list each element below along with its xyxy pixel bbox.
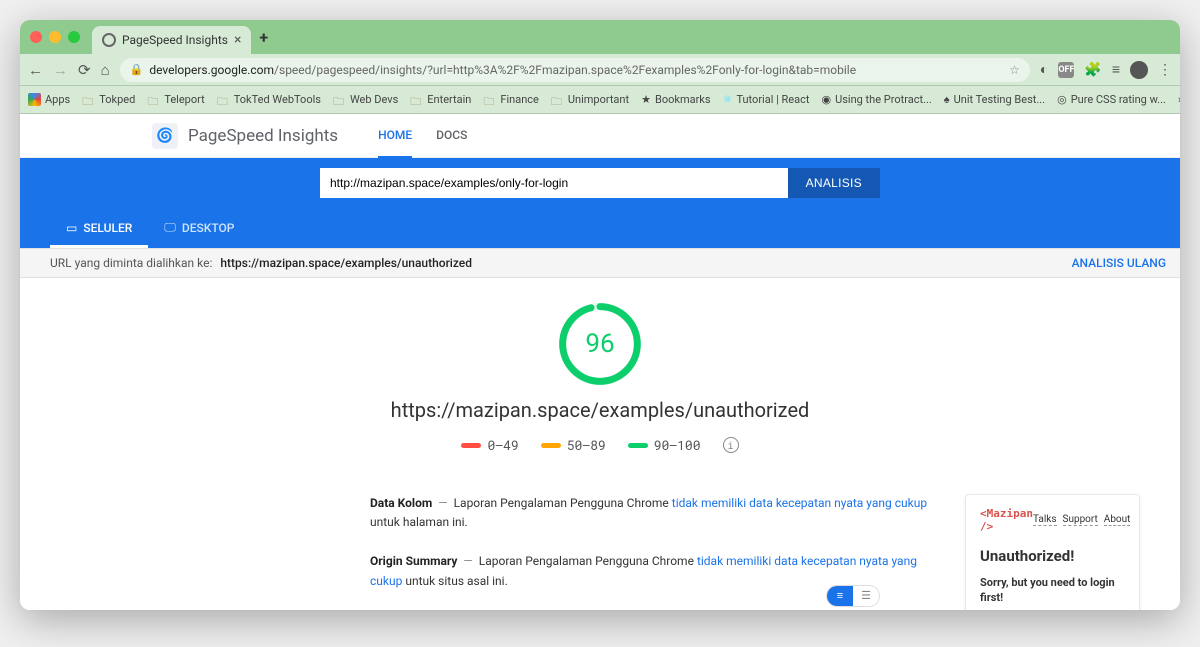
preview-title: Unauthorized!: [980, 547, 1125, 565]
apps-shortcut[interactable]: Apps: [28, 93, 70, 106]
score-legend: 0–49 50–89 90–100 i: [20, 436, 1180, 454]
desktop-icon: 🖵: [164, 220, 176, 235]
adblock-extension-icon[interactable]: OFF: [1058, 62, 1074, 78]
preview-link: Talks: [1033, 514, 1057, 526]
tab-title: PageSpeed Insights: [122, 33, 228, 47]
back-button[interactable]: ←: [28, 61, 43, 79]
minimize-window-button[interactable]: [49, 31, 61, 43]
tab-mobile[interactable]: ▭SELULER: [50, 208, 148, 248]
url-text: developers.google.com/speed/pagespeed/in…: [149, 63, 856, 77]
field-data-section: Data Kolom — Laporan Pengalaman Pengguna…: [370, 494, 945, 532]
performance-score-gauge: 96: [558, 302, 642, 386]
view-detailed-icon[interactable]: ☰: [853, 586, 879, 606]
bookmark-item[interactable]: ⚛Tutorial | React: [723, 93, 810, 106]
close-window-button[interactable]: [30, 31, 42, 43]
view-summary-icon[interactable]: ≡: [827, 586, 853, 606]
bookmark-folder[interactable]: 🗀Entertain: [410, 93, 471, 106]
origin-summary-heading: Origin Summary: [370, 554, 457, 568]
bookmarks-bar: Apps 🗀Tokped 🗀Teleport 🗀TokTed WebTools …: [20, 86, 1180, 114]
browser-menu-icon[interactable]: ⋮: [1158, 62, 1172, 78]
profile-avatar-icon[interactable]: [1130, 61, 1148, 79]
preview-brand: <Mazipan />: [980, 507, 1033, 533]
mobile-icon: ▭: [66, 221, 77, 235]
nav-home[interactable]: HOME: [378, 114, 412, 158]
view-toggle[interactable]: ≡ ☰: [826, 585, 880, 607]
bookmark-item[interactable]: ◎Pure CSS rating w...: [1057, 93, 1166, 106]
bookmark-item[interactable]: ◉Using the Protract...: [821, 93, 931, 106]
psi-title: PageSpeed Insights: [188, 126, 338, 146]
device-tabs: ▭SELULER 🖵DESKTOP: [20, 208, 1180, 248]
psi-logo-icon: 🌀: [152, 123, 178, 149]
url-input-bar: ANALISIS: [20, 158, 1180, 208]
bookmark-folder[interactable]: 🗀Tokped: [82, 93, 135, 106]
tab-favicon-icon: [102, 33, 116, 47]
bookmark-folder[interactable]: 🗀Teleport: [147, 93, 204, 106]
new-tab-button[interactable]: +: [259, 28, 268, 47]
bookmark-item[interactable]: ★Bookmarks: [641, 93, 710, 106]
tab-desktop[interactable]: 🖵DESKTOP: [148, 208, 250, 248]
redirect-url: https://mazipan.space/examples/unauthori…: [220, 256, 472, 270]
bookmark-star-button[interactable]: ☆: [1009, 63, 1020, 77]
field-data-link[interactable]: tidak memiliki data kecepatan nyata yang…: [672, 496, 927, 510]
tab-close-button[interactable]: ×: [234, 32, 241, 48]
analyze-button[interactable]: ANALISIS: [788, 168, 880, 198]
legend-info-icon[interactable]: i: [723, 437, 739, 453]
maximize-window-button[interactable]: [68, 31, 80, 43]
preview-body: Sorry, but you need to login first!: [980, 575, 1125, 606]
browser-toolbar: ← → ⟳ ⌂ 🔒 developers.google.com/speed/pa…: [20, 54, 1180, 86]
psi-header: 🌀 PageSpeed Insights HOME DOCS: [20, 114, 1180, 158]
lock-icon: 🔒: [130, 63, 144, 76]
window-titlebar: PageSpeed Insights × +: [20, 20, 1180, 54]
bookmark-item[interactable]: ♠Unit Testing Best...: [944, 93, 1045, 106]
final-url: https://mazipan.space/examples/unauthori…: [20, 398, 1180, 422]
url-input[interactable]: [320, 168, 788, 198]
page-screenshot-preview: <Mazipan /> Talks Support About Unauthor…: [965, 494, 1140, 610]
bookmark-folder[interactable]: 🗀Unimportant: [551, 93, 629, 106]
redirect-label: URL yang diminta dialihkan ke:: [50, 256, 212, 270]
reanalyze-button[interactable]: ANALISIS ULANG: [1072, 256, 1166, 270]
bookmark-folder[interactable]: 🗀TokTed WebTools: [217, 93, 321, 106]
reading-list-icon[interactable]: ≡: [1112, 61, 1120, 78]
nav-docs[interactable]: DOCS: [436, 114, 467, 158]
extensions-menu-icon[interactable]: 🧩: [1084, 62, 1101, 78]
bookmark-folder[interactable]: 🗀Web Devs: [333, 93, 398, 106]
reload-button[interactable]: ⟳: [78, 61, 91, 79]
bookmarks-overflow-button[interactable]: »: [1178, 93, 1180, 106]
address-bar[interactable]: 🔒 developers.google.com/speed/pagespeed/…: [120, 58, 1030, 82]
toolbar-extensions: ◐ OFF 🧩 ≡ ⋮: [1040, 61, 1172, 79]
redirect-notice: URL yang diminta dialihkan ke: https://m…: [20, 248, 1180, 278]
preview-link: Support: [1063, 514, 1098, 526]
score-value: 96: [558, 302, 642, 386]
field-data-heading: Data Kolom: [370, 496, 432, 510]
bookmark-folder[interactable]: 🗀Finance: [483, 93, 538, 106]
forward-button[interactable]: →: [53, 61, 68, 79]
browser-tab[interactable]: PageSpeed Insights ×: [92, 26, 251, 54]
preview-link: About: [1104, 514, 1131, 526]
lighthouse-extension-icon[interactable]: ◐: [1040, 61, 1048, 78]
home-button[interactable]: ⌂: [101, 61, 110, 79]
